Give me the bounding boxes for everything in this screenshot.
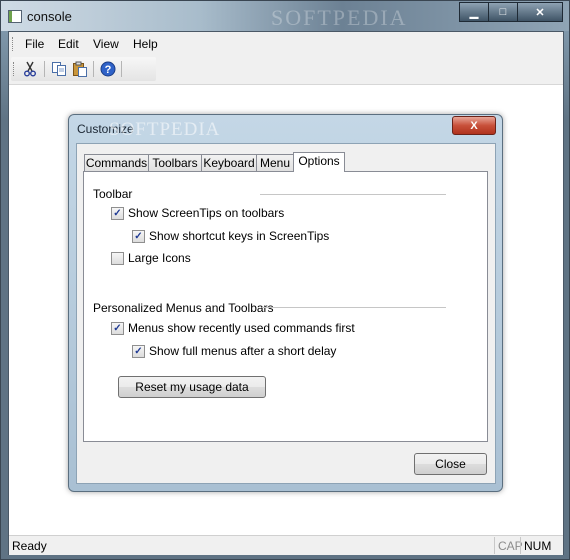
group-divider (260, 194, 446, 195)
tab-menu[interactable]: Menu (256, 154, 294, 171)
checkbox-show-shortcut-keys[interactable]: ✓ (132, 229, 145, 243)
tab-options[interactable]: Options (293, 152, 345, 172)
maximize-button[interactable]: □ (488, 2, 518, 22)
option-label: Large Icons (128, 251, 191, 265)
paste-icon (73, 61, 87, 77)
app-icon (8, 10, 22, 23)
maximize-icon: □ (499, 6, 507, 18)
menu-help[interactable]: Help (133, 37, 158, 51)
option-label: Show shortcut keys in ScreenTips (149, 229, 330, 243)
dialog-body: Commands Toolbars Keyboard Menu Options … (76, 143, 496, 484)
group-label-personalized: Personalized Menus and Toolbars (93, 301, 274, 315)
checkbox-large-icons[interactable] (111, 251, 124, 265)
option-large-icons[interactable]: Large Icons (111, 251, 191, 265)
menu-view[interactable]: View (93, 37, 119, 51)
customize-dialog: Customize SOFTPEDIA X Commands Toolbars … (68, 114, 503, 492)
tab-commands[interactable]: Commands (84, 154, 149, 171)
status-separator (520, 537, 521, 554)
menu-bar: File Edit View Help (9, 32, 563, 56)
option-label: Show full menus after a short delay (149, 344, 337, 358)
status-separator (494, 537, 495, 554)
tab-toolbars[interactable]: Toolbars (148, 154, 202, 171)
status-text: Ready (12, 539, 47, 553)
close-icon: X (470, 119, 478, 132)
help-icon: ? (100, 61, 116, 77)
option-full-menus-delay[interactable]: ✓ Show full menus after a short delay (132, 344, 336, 358)
close-icon: ✕ (535, 6, 545, 19)
tab-keyboard[interactable]: Keyboard (201, 154, 257, 171)
minimize-button[interactable]: ▁ (459, 2, 489, 22)
copy-button[interactable] (50, 60, 68, 78)
group-divider (262, 307, 446, 308)
toolbar-separator (44, 61, 45, 77)
status-bar: Ready CAP NUM (9, 535, 563, 555)
window-title: console (27, 9, 72, 24)
toolbar: ? (11, 57, 156, 81)
copy-icon (52, 62, 66, 76)
help-button[interactable]: ? (99, 60, 117, 78)
checkbox-show-screentips[interactable]: ✓ (111, 206, 124, 220)
svg-text:?: ? (105, 64, 112, 76)
title-bar[interactable]: console SOFTPEDIA ▁ □ ✕ (1, 1, 569, 31)
option-show-shortcut-keys[interactable]: ✓ Show shortcut keys in ScreenTips (132, 229, 329, 243)
option-recent-commands-first[interactable]: ✓ Menus show recently used commands firs… (111, 321, 355, 335)
close-window-button[interactable]: ✕ (517, 2, 563, 22)
options-panel: Toolbar ✓ Show ScreenTips on toolbars ✓ … (83, 171, 488, 442)
option-label: Menus show recently used commands first (128, 321, 355, 335)
cut-icon (24, 61, 36, 77)
dialog-watermark: SOFTPEDIA (109, 119, 221, 140)
status-num: NUM (524, 539, 552, 553)
menu-edit[interactable]: Edit (58, 37, 79, 51)
toolbar-separator (93, 61, 94, 77)
group-label-toolbar: Toolbar (93, 187, 133, 201)
watermark: SOFTPEDIA (271, 5, 408, 30)
reset-usage-button[interactable]: Reset my usage data (118, 376, 266, 398)
toolbar-separator (121, 61, 122, 77)
status-cap: CAP (498, 539, 523, 553)
dialog-close-button[interactable]: X (452, 116, 496, 135)
caption-buttons: ▁ □ ✕ (459, 2, 563, 22)
close-button[interactable]: Close (414, 453, 487, 475)
paste-button[interactable] (71, 60, 89, 78)
menubar-grip[interactable] (12, 37, 15, 51)
cut-button[interactable] (21, 60, 39, 78)
toolbar-row: ? (9, 56, 563, 85)
option-show-screentips[interactable]: ✓ Show ScreenTips on toolbars (111, 206, 284, 220)
minimize-icon: ▁ (469, 6, 479, 19)
menu-file[interactable]: File (25, 37, 44, 51)
toolbar-grip[interactable] (13, 62, 16, 76)
checkbox-recent-commands-first[interactable]: ✓ (111, 321, 124, 335)
checkbox-full-menus-delay[interactable]: ✓ (132, 344, 145, 358)
option-label: Show ScreenTips on toolbars (128, 206, 285, 220)
app-window: console SOFTPEDIA ▁ □ ✕ File Edit View H… (0, 0, 570, 560)
